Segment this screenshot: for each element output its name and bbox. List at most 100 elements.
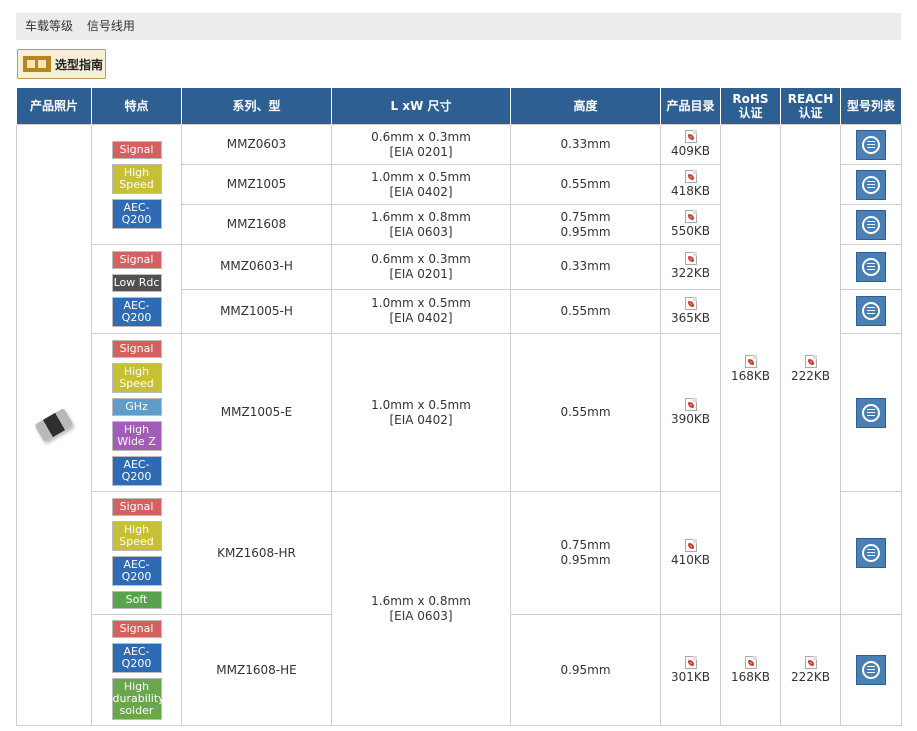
series-cell[interactable]: MMZ1608-HE [181, 614, 332, 726]
reach-size: 222KB [790, 669, 830, 684]
model-list-cell[interactable] [840, 288, 902, 334]
model-list-cell[interactable] [840, 164, 902, 205]
model-list-icon[interactable] [856, 296, 886, 327]
ghz-badge: GHz [111, 397, 162, 416]
size-line: 0.6mm x 0.3mm [371, 129, 471, 144]
series-cell[interactable]: MMZ1005-H [181, 288, 332, 334]
signal-badge: Signal [111, 620, 162, 638]
badge-line: Q200 [121, 469, 152, 483]
model-list-cell[interactable] [840, 204, 902, 245]
features-cell: Signal High Speed GHz High Wide Z AEC- Q200 [91, 333, 182, 492]
model-list-cell[interactable] [840, 614, 902, 726]
pdf-icon [804, 655, 817, 669]
pdf-icon [684, 538, 697, 552]
catalog-size: 550KB [670, 224, 710, 238]
header-model-list: 型号列表 [840, 87, 902, 125]
catalog-cell[interactable]: 390KB [660, 333, 721, 492]
header-catalog: 产品目录 [660, 87, 721, 125]
aec-q200-badge: AEC- Q200 [111, 297, 162, 327]
size-cell: 1.0mm x 0.5mm [EIA 0402] [331, 333, 511, 492]
chip-bead-image [34, 407, 74, 443]
catalog-size: 365KB [670, 310, 710, 325]
badge-line: Q200 [121, 311, 152, 324]
badge-line: Speed [119, 177, 154, 191]
size-line: [EIA 0603] [389, 608, 453, 623]
catalog-cell[interactable]: 410KB [660, 491, 721, 615]
pdf-icon [684, 296, 697, 310]
series-cell[interactable]: MMZ0603 [181, 124, 332, 165]
badge-line: Wide Z [117, 434, 156, 448]
signal-badge: Signal [111, 339, 162, 358]
size-cell: 1.6mm x 0.8mm [EIA 0603] [331, 491, 511, 726]
breadcrumb-item[interactable]: 信号线用 [87, 19, 135, 33]
size-line: 1.0mm x 0.5mm [371, 296, 471, 311]
size-line: [EIA 0402] [389, 311, 453, 326]
header-rohs-line1: RoHS [732, 92, 769, 106]
rohs-size: 168KB [730, 369, 770, 383]
pdf-icon [684, 655, 697, 669]
catalog-cell[interactable]: 550KB [660, 204, 721, 245]
catalog-cell[interactable]: 301KB [660, 614, 721, 726]
size-cell: 1.0mm x 0.5mm [EIA 0402] [331, 164, 511, 205]
pdf-icon [684, 398, 697, 411]
size-line: 1.6mm x 0.8mm [371, 209, 471, 224]
high-speed-badge: High Speed [111, 520, 162, 551]
model-list-icon[interactable] [856, 251, 886, 282]
series-cell[interactable]: MMZ1608 [181, 204, 332, 245]
product-photo [16, 124, 92, 726]
model-list-icon[interactable] [856, 209, 886, 240]
catalog-cell[interactable]: 418KB [660, 164, 721, 205]
signal-badge: Signal [111, 251, 162, 269]
height-cell: 0.75mm 0.95mm [510, 491, 661, 615]
pdf-icon [684, 130, 697, 143]
high-durability-solder-badge: High durability solder [111, 678, 165, 720]
height-line: 0.75mm [560, 538, 611, 552]
signal-badge: Signal [111, 140, 162, 159]
series-cell[interactable]: MMZ1005-E [181, 333, 332, 492]
pdf-icon [744, 655, 757, 669]
size-cell: 0.6mm x 0.3mm [EIA 0201] [331, 244, 511, 290]
breadcrumb-item[interactable]: 车载等级 [25, 19, 73, 33]
catalog-cell[interactable]: 409KB [660, 124, 721, 165]
table-row: Signal High Speed AEC- Q200 MMZ0603 0.6mm … [16, 124, 902, 726]
height-line: 0.75mm [560, 209, 611, 224]
reach-cell[interactable]: 222KB [780, 614, 841, 726]
model-list-icon[interactable] [856, 129, 886, 160]
aec-q200-badge: AEC- Q200 [111, 198, 162, 229]
features-cell: Signal AEC- Q200 High durability solder [91, 614, 182, 726]
catalog-size: 418KB [670, 184, 710, 198]
header-size: L xW 尺寸 [331, 87, 511, 125]
header-photo: 产品照片 [16, 87, 92, 125]
height-cell: 0.55mm [510, 333, 661, 492]
low-rdc-badge: Low Rdc [111, 274, 162, 292]
height-line: 0.95mm [560, 224, 611, 239]
header-features: 特点 [91, 87, 182, 125]
catalog-cell[interactable]: 322KB [660, 244, 721, 290]
pdf-icon [804, 355, 817, 368]
height-line: 0.95mm [560, 553, 611, 567]
catalog-cell[interactable]: 365KB [660, 288, 721, 334]
model-list-icon[interactable] [856, 169, 886, 200]
header-reach-line2: 认证 [798, 106, 823, 120]
header-reach-line1: REACH [787, 92, 834, 106]
reach-cell[interactable]: 222KB [780, 124, 841, 615]
model-list-icon[interactable] [856, 397, 886, 428]
product-table: 产品照片 特点 系列、型 L xW 尺寸 高度 产品目录 RoHS 认证 REAC… [16, 87, 902, 726]
model-list-cell[interactable] [840, 333, 902, 492]
height-cell: 0.55mm [510, 288, 661, 334]
features-cell: Signal Low Rdc AEC- Q200 [91, 244, 182, 334]
series-cell[interactable]: KMZ1608-HR [181, 491, 332, 615]
size-cell: 0.6mm x 0.3mm [EIA 0201] [331, 124, 511, 165]
model-list-cell[interactable] [840, 244, 902, 290]
rohs-cell[interactable]: 168KB [720, 614, 781, 726]
model-list-cell[interactable] [840, 491, 902, 615]
model-list-icon[interactable] [856, 655, 886, 685]
rohs-cell[interactable]: 168KB [720, 124, 781, 615]
selection-guide-button[interactable]: 选型指南 [17, 49, 106, 79]
badge-line: Speed [119, 376, 154, 390]
series-cell[interactable]: MMZ1005 [181, 164, 332, 205]
model-list-icon[interactable] [856, 538, 886, 568]
height-cell: 0.95mm [510, 614, 661, 726]
model-list-cell[interactable] [840, 124, 902, 165]
series-cell[interactable]: MMZ0603-H [181, 244, 332, 290]
